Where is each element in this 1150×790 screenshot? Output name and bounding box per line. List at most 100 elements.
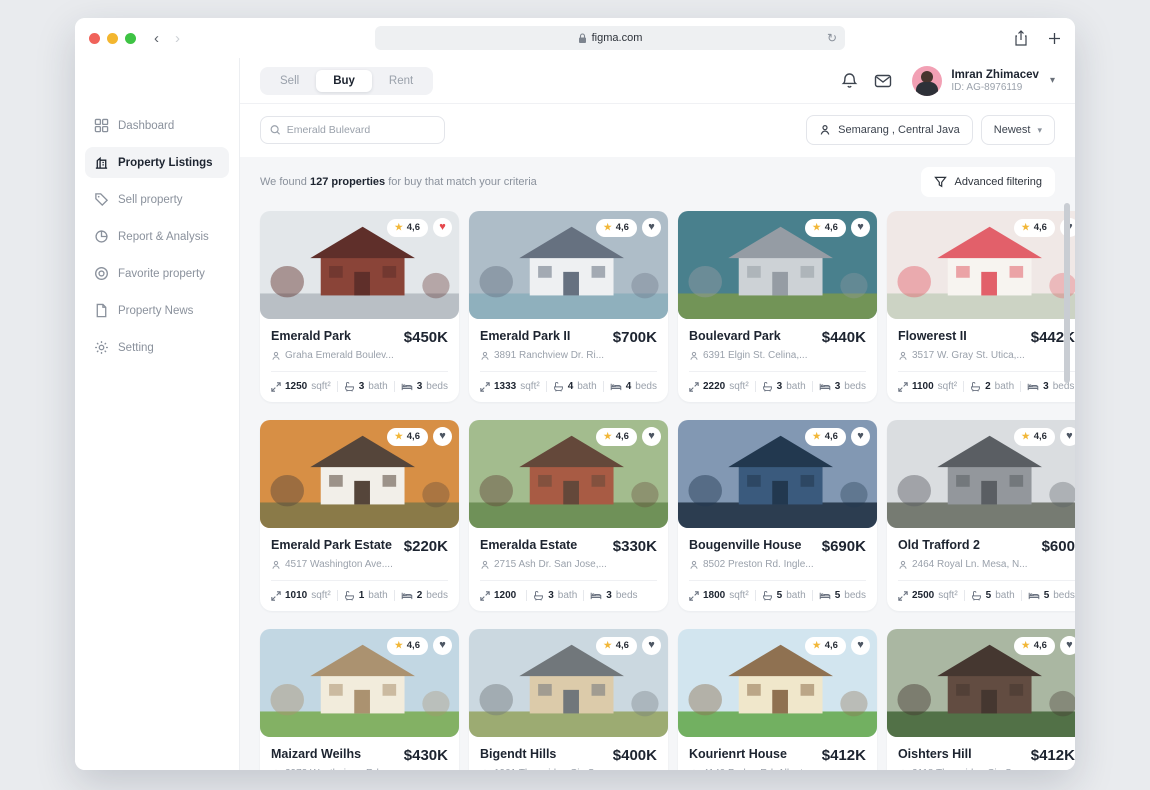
sidebar-item-dashboard[interactable]: Dashboard [85, 110, 229, 141]
favorite-heart-button[interactable]: ♥ [1060, 636, 1075, 655]
search-box [260, 116, 445, 144]
property-card[interactable]: ★ 4,6 ♥ Emerald Park [469, 211, 668, 402]
person-pin-icon [480, 769, 490, 771]
property-price: $412K [822, 747, 866, 764]
rating-badge: ★ 4,6 [596, 637, 637, 655]
favorite-heart-button[interactable]: ♥ [1060, 427, 1075, 446]
area-stat: 2500sqft² [898, 590, 958, 601]
beds-stat: 2beds [401, 590, 448, 601]
heart-icon: ♥ [439, 431, 446, 442]
sidebar-item-sell-property[interactable]: Sell property [85, 184, 229, 215]
property-card[interactable]: ★ 4,6 ♥ Oishters Hill [887, 629, 1075, 770]
property-title: Emeralda Estate [480, 538, 577, 552]
property-card[interactable]: ★ 4,6 ♥ Emeralda Esta [469, 420, 668, 611]
sidebar-item-report-analysis[interactable]: Report & Analysis [85, 221, 229, 252]
beds-stat: 3beds [819, 381, 866, 392]
rating-badge: ★ 4,6 [805, 428, 846, 446]
browser-window: ‹ › figma.com ↻ Dashboard [75, 18, 1075, 770]
property-address: 3891 Ranchview Dr. Ri... [494, 350, 604, 361]
heart-icon: ♥ [1066, 431, 1073, 442]
favorite-heart-button[interactable]: ♥ [851, 427, 870, 446]
heart-icon: ♥ [857, 640, 864, 651]
sort-dropdown[interactable]: Newest ▾ [981, 115, 1055, 145]
rating-value: 4,6 [825, 431, 838, 442]
property-address: 4517 Washington Ave.... [285, 559, 393, 570]
search-filter-row: Semarang , Central Java Newest ▾ [240, 104, 1075, 157]
lock-icon [578, 33, 587, 44]
search-input[interactable] [287, 124, 435, 136]
property-card[interactable]: ★ 4,6 ♥ Old Trafford [887, 420, 1075, 611]
property-card[interactable]: ★ 4,6 ♥ Maizard Weilh [260, 629, 459, 770]
rating-value: 4,6 [616, 222, 629, 233]
beds-stat: 3beds [401, 381, 448, 392]
property-price: $412K [1031, 747, 1075, 764]
property-address: 3517 W. Gray St. Utica,... [912, 350, 1025, 361]
favorite-heart-button[interactable]: ♥ [433, 427, 452, 446]
favorite-heart-button[interactable]: ♥ [642, 427, 661, 446]
minimize-window-button[interactable] [107, 33, 118, 44]
favorite-heart-button[interactable]: ♥ [851, 218, 870, 237]
property-card[interactable]: ★ 4,6 ♥ Bougenville H [678, 420, 877, 611]
notifications-bell-icon[interactable] [841, 72, 858, 90]
sidebar-item-setting[interactable]: Setting [85, 332, 229, 363]
person-pin-icon [480, 351, 490, 361]
tag-icon [94, 192, 109, 207]
share-icon[interactable] [1014, 30, 1028, 46]
bed-icon [610, 381, 622, 392]
star-icon: ★ [813, 640, 821, 651]
new-tab-icon[interactable] [1048, 32, 1061, 45]
tab-rent[interactable]: Rent [372, 70, 430, 92]
profile-menu[interactable]: Imran Zhimacev ID: AG-8976119 ▾ [912, 66, 1055, 96]
heart-icon: ♥ [439, 222, 446, 233]
tab-buy[interactable]: Buy [316, 70, 372, 92]
favorite-heart-button[interactable]: ♥ [642, 636, 661, 655]
favorite-heart-button[interactable]: ♥ [642, 218, 661, 237]
browser-back-button[interactable]: ‹ [154, 30, 159, 47]
sidebar-item-label: Dashboard [118, 120, 174, 132]
divider [898, 580, 1075, 581]
location-filter-button[interactable]: Semarang , Central Java [806, 115, 973, 145]
building-icon [94, 155, 109, 170]
address-bar[interactable]: figma.com ↻ [375, 26, 845, 50]
property-card[interactable]: ★ 4,6 ♥ Boulevard Par [678, 211, 877, 402]
sidebar-item-property-news[interactable]: Property News [85, 295, 229, 326]
zoom-window-button[interactable] [125, 33, 136, 44]
heart-icon: ♥ [648, 222, 655, 233]
property-card[interactable]: ★ 4,6 ♥ Kourienrt Hou [678, 629, 877, 770]
scrollbar-thumb[interactable] [1064, 203, 1070, 383]
divider [898, 371, 1075, 372]
star-icon: ★ [1022, 431, 1030, 442]
property-card[interactable]: ★ 4,6 ♥ Emerald Park [260, 420, 459, 611]
rating-value: 4,6 [407, 222, 420, 233]
property-price: $440K [822, 329, 866, 346]
rating-badge: ★ 4,6 [1014, 637, 1055, 655]
property-title: Maizard Weilhs [271, 747, 361, 761]
rating-badge: ★ 4,6 [387, 637, 428, 655]
sidebar-item-property-listings[interactable]: Property Listings [85, 147, 229, 178]
tab-sell[interactable]: Sell [263, 70, 316, 92]
favorite-heart-button[interactable]: ♥ [433, 636, 452, 655]
property-address: 6391 Elgin St. Celina,... [703, 350, 808, 361]
location-filter-label: Semarang , Central Java [838, 124, 960, 136]
messages-envelope-icon[interactable] [874, 73, 892, 89]
close-window-button[interactable] [89, 33, 100, 44]
sidebar-item-label: Sell property [118, 194, 183, 206]
bath-stat: 3bath [533, 590, 577, 601]
gear-icon [94, 340, 109, 355]
star-icon: ★ [813, 222, 821, 233]
heart-icon: ♥ [648, 431, 655, 442]
reload-icon[interactable]: ↻ [827, 31, 837, 45]
advanced-filtering-button[interactable]: Advanced filtering [921, 167, 1055, 197]
property-title: Old Trafford 2 [898, 538, 980, 552]
property-card[interactable]: ★ 4,6 ♥ Flowerest II [887, 211, 1075, 402]
property-address: Graha Emerald Boulev... [285, 350, 394, 361]
sidebar-item-favorite-property[interactable]: Favorite property [85, 258, 229, 289]
favorite-heart-button[interactable]: ♥ [851, 636, 870, 655]
favorite-heart-button[interactable]: ♥ [433, 218, 452, 237]
property-card[interactable]: ★ 4,6 ♥ Bigendt Hills [469, 629, 668, 770]
star-icon: ★ [813, 431, 821, 442]
browser-forward-button[interactable]: › [175, 30, 180, 47]
property-card[interactable]: ★ 4,6 ♥ Emerald Park [260, 211, 459, 402]
bath-stat: 3bath [344, 381, 388, 392]
rating-value: 4,6 [825, 640, 838, 651]
